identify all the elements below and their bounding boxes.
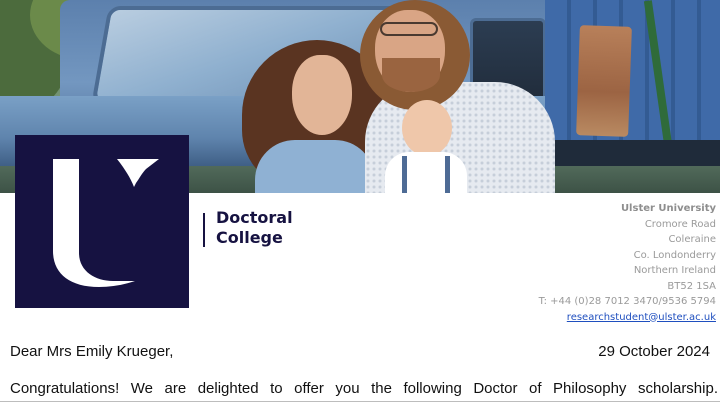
opening-paragraph: Congratulations! We are delighted to off… bbox=[10, 380, 718, 397]
address-town: Coleraine bbox=[668, 234, 716, 245]
department-divider bbox=[203, 213, 205, 247]
address-county: Co. Londonderry bbox=[633, 249, 716, 261]
salutation: Dear Mrs Emily Krueger, bbox=[10, 343, 174, 360]
department-name: Doctoral College bbox=[216, 208, 293, 248]
u-logo-icon bbox=[53, 159, 159, 287]
address-postcode: BT52 1SA bbox=[667, 280, 716, 292]
organisation-name: Ulster University bbox=[620, 203, 716, 214]
address-block: Ulster University Cromore Road Coleraine… bbox=[456, 201, 716, 325]
man-beard bbox=[382, 58, 440, 92]
university-logo bbox=[15, 135, 189, 308]
email-link[interactable]: researchstudent@ulster.ac.uk bbox=[567, 312, 716, 323]
letter-date: 29 October 2024 bbox=[598, 343, 710, 360]
telephone: T: +44 (0)28 7012 3470/9536 5794 bbox=[538, 296, 716, 307]
department-line-1: Doctoral bbox=[216, 208, 293, 227]
page-divider bbox=[0, 401, 720, 402]
woman-denim-jacket bbox=[255, 140, 375, 193]
rusty-plate bbox=[576, 25, 632, 137]
baby-suspender bbox=[445, 156, 450, 193]
department-line-2: College bbox=[216, 228, 283, 247]
baby-head bbox=[402, 100, 452, 156]
address-street: Cromore Road bbox=[644, 218, 716, 230]
baby-shirt bbox=[385, 152, 467, 193]
baby-suspender bbox=[402, 156, 407, 193]
address-region: Northern Ireland bbox=[633, 265, 716, 276]
woman-face bbox=[292, 55, 352, 135]
glasses-icon bbox=[380, 22, 438, 36]
